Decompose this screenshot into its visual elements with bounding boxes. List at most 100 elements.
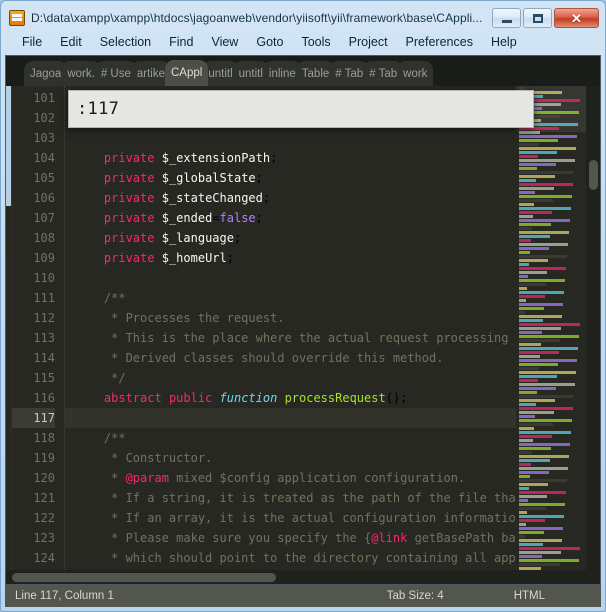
tab-label: inline: [268, 67, 296, 80]
minimap-line: [519, 259, 548, 262]
minimap-line: [519, 383, 575, 386]
line-number: 115: [33, 371, 55, 385]
minimap-line: [519, 255, 567, 258]
minimap-line: [519, 491, 566, 494]
minimap-line: [519, 191, 535, 194]
minimap[interactable]: [516, 86, 586, 570]
line-number: 104: [33, 151, 55, 165]
menu-item-goto[interactable]: Goto: [247, 33, 292, 51]
minimap-line: [519, 363, 558, 366]
minimap-line: [519, 371, 576, 374]
minimap-line: [519, 215, 533, 218]
status-tab-size[interactable]: Tab Size: 4: [387, 590, 444, 602]
minimap-line: [519, 535, 525, 538]
code-line: */: [111, 371, 126, 385]
tab-label: CAppl: [171, 67, 203, 79]
minimap-line: [519, 347, 578, 350]
line-number: 120: [33, 471, 55, 485]
minimap-line: [519, 187, 554, 190]
minimap-line: [519, 343, 541, 346]
menu-item-preferences[interactable]: Preferences: [397, 33, 482, 51]
code-line: private $_language;: [103, 231, 242, 245]
minimap-line: [519, 263, 529, 266]
menu-item-edit[interactable]: Edit: [51, 33, 91, 51]
minimap-line: [519, 299, 526, 302]
line-number: 114: [33, 351, 55, 365]
minimap-line: [519, 139, 558, 142]
minimap-line: [519, 407, 573, 410]
line-number: 113: [33, 331, 55, 345]
window-title: D:\data\xampp\xampp\htdocs\jagoanweb\ven…: [31, 11, 483, 25]
minimap-line: [519, 563, 560, 566]
tab-label: # Tab: [335, 67, 364, 80]
close-icon: ✕: [571, 10, 582, 26]
minimap-line: [519, 455, 569, 458]
minimap-line: [519, 159, 575, 162]
minimap-line: [519, 211, 552, 214]
minimap-line: [519, 391, 537, 394]
minimap-line: [519, 251, 530, 254]
code-line: /**: [103, 431, 126, 445]
line-number: 105: [33, 171, 55, 185]
menu-item-file[interactable]: File: [13, 33, 51, 51]
minimap-line: [519, 423, 553, 426]
minimap-line: [519, 515, 564, 518]
vertical-scrollbar[interactable]: [586, 86, 600, 570]
minimap-line: [519, 499, 528, 502]
editor-shell: Jagoa work. # Use artike CAppl untitl untitl in…: [5, 55, 601, 585]
minimap-line: [519, 247, 549, 250]
tab-4[interactable]: CAppl: [165, 60, 209, 86]
menu-item-selection[interactable]: Selection: [91, 33, 160, 51]
close-button[interactable]: ✕: [554, 8, 599, 28]
vertical-scrollbar-thumb[interactable]: [589, 160, 598, 190]
code-line: private $_ended=false;: [103, 211, 263, 225]
minimap-line: [519, 463, 531, 466]
code-line: * If an array, it is the actual configur…: [111, 511, 516, 525]
code-line: * which should point to the directory co…: [111, 551, 516, 565]
tab-label: work: [403, 67, 428, 80]
minimap-line: [519, 319, 543, 322]
minimap-line: [519, 487, 529, 490]
tab-11[interactable]: work: [397, 61, 434, 86]
minimap-line: [519, 439, 533, 442]
status-syntax-mode[interactable]: HTML: [514, 590, 545, 602]
menu-item-project[interactable]: Project: [340, 33, 397, 51]
status-bar: Line 117, Column 1 Tab Size: 4 HTML: [5, 585, 601, 607]
minimap-line: [519, 523, 526, 526]
line-number: 111: [33, 291, 55, 305]
line-number: 101: [33, 91, 55, 105]
minimap-line: [519, 203, 534, 206]
minimize-button[interactable]: [492, 8, 521, 28]
minimap-line: [519, 331, 542, 334]
minimap-line: [519, 419, 572, 422]
maximize-icon: [532, 13, 543, 23]
goto-line-input[interactable]: [77, 99, 525, 119]
minimap-line: [519, 155, 538, 158]
minimap-line: [519, 507, 546, 510]
line-number: 121: [33, 491, 55, 505]
menu-item-help[interactable]: Help: [482, 33, 526, 51]
minimap-line: [519, 223, 551, 226]
minimap-line: [519, 171, 574, 174]
maximize-button[interactable]: [523, 8, 552, 28]
code-line: /**: [103, 291, 126, 305]
minimap-line: [519, 367, 539, 370]
goto-line-overlay: [68, 90, 534, 128]
menu-item-find[interactable]: Find: [160, 33, 202, 51]
minimap-line: [519, 495, 547, 498]
minimize-icon: [501, 19, 512, 23]
horizontal-scrollbar[interactable]: [6, 570, 600, 584]
minimap-line: [519, 451, 532, 454]
horizontal-scrollbar-thumb[interactable]: [12, 573, 276, 582]
minimap-line: [519, 479, 567, 482]
menu-item-tools[interactable]: Tools: [292, 33, 339, 51]
minimap-line: [519, 483, 548, 486]
minimap-line: [519, 287, 527, 290]
menu-item-view[interactable]: View: [202, 33, 247, 51]
code-editor-pane[interactable]: private $_extensionPath; private $_globa…: [64, 86, 516, 570]
minimap-line: [519, 239, 531, 242]
minimap-line: [519, 547, 580, 550]
scroll-position-marker: [6, 86, 11, 206]
code-line: private $_homeUrl;: [103, 251, 234, 265]
